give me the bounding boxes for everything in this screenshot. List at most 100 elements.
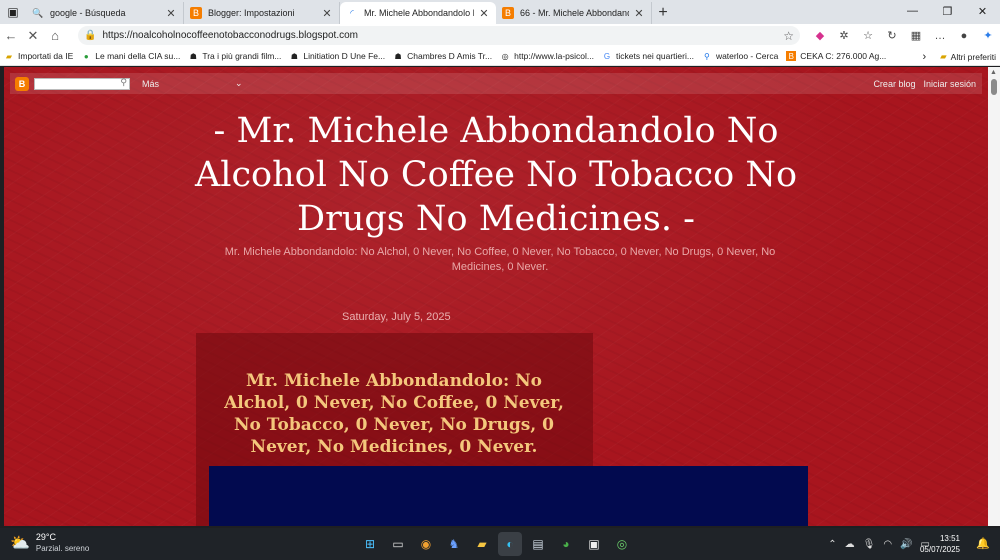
post-date: Saturday, July 5, 2025 xyxy=(342,311,451,323)
search-icon: ⚲ xyxy=(704,51,710,61)
scroll-up-icon[interactable]: ▲ xyxy=(990,69,997,76)
blogger-logo-icon[interactable]: B xyxy=(15,76,29,91)
extensions-puzzle-icon[interactable]: ✲ xyxy=(832,26,856,45)
bookmark-item[interactable]: ⚲ waterloo - Cerca xyxy=(698,47,782,66)
site-icon: ☗ xyxy=(290,51,298,61)
extension-icon[interactable]: ◆ xyxy=(808,26,832,45)
app-icon[interactable]: ♞ xyxy=(442,532,466,556)
browser-toolbar: ← ✕ ⌂ 🔒 https://noalcoholnocoffeenotobac… xyxy=(0,24,1000,47)
tab-title: Mr. Michele Abbondandolo No A xyxy=(364,8,474,18)
chrome-icon[interactable]: ◕ xyxy=(554,532,578,556)
bookmark-item[interactable]: Gtickets nei quartieri... xyxy=(598,47,698,66)
minimize-button[interactable]: — xyxy=(895,0,930,22)
create-blog-link[interactable]: Crear blog xyxy=(873,79,915,89)
history-icon[interactable]: ↻ xyxy=(880,26,904,45)
back-button[interactable]: ← xyxy=(0,25,22,47)
task-view-icon[interactable]: ▭ xyxy=(386,532,410,556)
copilot-icon[interactable]: ✦ xyxy=(976,26,1000,45)
collections-icon[interactable]: ▦ xyxy=(904,26,928,45)
bookmarks-bar: ▰ Importati da IE ● Le mani della CIA su..… xyxy=(0,47,1000,66)
clock[interactable]: 13:51 05/07/2025 xyxy=(920,533,960,555)
edge-icon[interactable]: ◐ xyxy=(498,532,522,556)
temperature: 29°C xyxy=(35,532,57,542)
folder-icon: ▰ xyxy=(5,51,13,61)
tab-actions-icon: ▣ xyxy=(7,5,19,19)
home-button[interactable]: ⌂ xyxy=(44,25,66,47)
page-scrollbar[interactable]: ▲ xyxy=(988,67,1000,526)
close-icon[interactable]: ✕ xyxy=(633,7,645,20)
clock-time: 13:51 xyxy=(939,534,960,543)
chevron-down-icon[interactable]: ⌄ xyxy=(235,78,243,89)
site-icon: ☗ xyxy=(189,51,197,61)
tab-actions-button[interactable]: ▣ xyxy=(0,0,26,24)
bookmark-item[interactable]: ☗ Linitiation D Une Fe... xyxy=(285,47,389,66)
extension-icons: ◆ ✲ ☆ ↻ ▦ … ● ✦ xyxy=(808,26,1000,45)
blog-search-input[interactable]: ⚲ xyxy=(34,77,130,90)
restore-button[interactable]: ❐ xyxy=(930,0,965,22)
blogger-icon: B xyxy=(502,7,514,19)
close-icon[interactable]: ✕ xyxy=(321,7,333,20)
bookmark-item[interactable]: ▰ Importati da IE xyxy=(0,47,77,66)
site-icon: ● xyxy=(83,51,89,61)
stop-button[interactable]: ✕ xyxy=(22,25,44,47)
app-icon[interactable]: ◉ xyxy=(414,532,438,556)
bookmark-item[interactable]: ◎ http://www.la-psicol... xyxy=(496,47,598,66)
loading-icon: ◜ xyxy=(350,7,354,18)
notification-bell-icon[interactable]: 🔔 xyxy=(976,537,990,550)
chevron-right-icon[interactable]: › xyxy=(922,51,926,63)
profile-icon[interactable]: ● xyxy=(952,26,976,45)
more-menu[interactable]: Más xyxy=(142,79,159,89)
url-text: https://noalcoholnocoffeenotobacconodrug… xyxy=(102,30,359,41)
bookmark-label: tickets nei quartieri... xyxy=(615,51,694,61)
search-icon[interactable]: ⚲ xyxy=(120,77,127,88)
new-tab-button[interactable]: + xyxy=(652,2,674,24)
bookmark-label: http://www.la-psicol... xyxy=(514,51,594,61)
favorite-star-icon[interactable]: ☆ xyxy=(783,29,794,43)
bookmark-item[interactable]: B CEKA C: 276.000 Ag... xyxy=(782,47,890,66)
tab-google-search[interactable]: 🔍 google - Búsqueda ✕ xyxy=(26,2,184,24)
post-image[interactable] xyxy=(209,466,808,526)
blog-title[interactable]: - Mr. Michele Abbondandolo No Alcohol No… xyxy=(184,109,808,241)
weather-widget[interactable]: ⛅ 29°C Parzial. sereno xyxy=(10,532,89,554)
tab-blogger-settings[interactable]: B Blogger: Impostazioni ✕ xyxy=(184,2,340,24)
tab-title: google - Búsqueda xyxy=(50,8,126,18)
wifi-icon[interactable]: ◠ xyxy=(883,539,892,550)
tab-current-blog[interactable]: ◜ Mr. Michele Abbondandolo No A ✕ xyxy=(340,2,496,24)
other-bookmarks[interactable]: › ▰ Altri preferiti xyxy=(922,47,996,66)
site-icon: ☗ xyxy=(394,51,402,61)
home-icon: ⌂ xyxy=(51,28,59,43)
store-icon[interactable]: ▣ xyxy=(582,532,606,556)
blogger-navbar: B ⚲ Más ⌄ Crear blog Iniciar sesión xyxy=(10,73,982,94)
app-icon[interactable]: ▤ xyxy=(526,532,550,556)
bookmark-item[interactable]: ☗ Tra i più grandi film... xyxy=(184,47,285,66)
scrollbar-thumb[interactable] xyxy=(991,79,997,95)
microphone-icon[interactable]: 🎙 xyxy=(863,539,876,550)
cloud-icon[interactable]: ☁ xyxy=(845,539,855,550)
windows-taskbar: ⛅ 29°C Parzial. sereno ⊞ ▭ ◉ ♞ ▰ ◐ ▤ ◕ ▣… xyxy=(0,528,1000,560)
bookmark-item[interactable]: ☗ Chambres D Amis Tr... xyxy=(389,47,496,66)
globe-icon: ◎ xyxy=(501,51,509,61)
chevron-up-icon[interactable]: ⌃ xyxy=(828,539,836,550)
file-explorer-icon[interactable]: ▰ xyxy=(470,532,494,556)
close-window-button[interactable]: ✕ xyxy=(965,0,1000,22)
blogger-icon: B xyxy=(786,51,797,61)
tab-blog-66[interactable]: B 66 - Mr. Michele Abbondandolo ✕ xyxy=(496,2,652,24)
volume-icon[interactable]: 🔊 xyxy=(900,539,912,550)
app-icon[interactable]: ◎ xyxy=(610,532,634,556)
favorites-icon[interactable]: ☆ xyxy=(856,26,880,45)
windows-start-icon[interactable]: ⊞ xyxy=(358,532,382,556)
more-icon[interactable]: … xyxy=(928,26,952,45)
bookmark-item[interactable]: ● Le mani della CIA su... xyxy=(77,47,184,66)
search-icon: 🔍 xyxy=(32,7,44,18)
close-icon[interactable]: ✕ xyxy=(478,7,490,20)
sign-in-link[interactable]: Iniciar sesión xyxy=(923,79,976,89)
bookmark-label: CEKA C: 276.000 Ag... xyxy=(800,51,887,61)
bookmark-label: Importati da IE xyxy=(18,51,74,61)
blog-description: Mr. Michele Abbondandolo: No Alchol, 0 N… xyxy=(224,246,776,273)
bookmark-label: Le mani della CIA su... xyxy=(95,51,181,61)
post-title[interactable]: Mr. Michele Abbondandolo: No Alchol, 0 N… xyxy=(210,370,578,458)
address-bar[interactable]: 🔒 https://noalcoholnocoffeenotobacconodr… xyxy=(78,26,800,45)
clock-date: 05/07/2025 xyxy=(919,545,960,554)
close-icon[interactable]: ✕ xyxy=(165,7,177,20)
back-arrow-icon: ← xyxy=(4,28,18,43)
